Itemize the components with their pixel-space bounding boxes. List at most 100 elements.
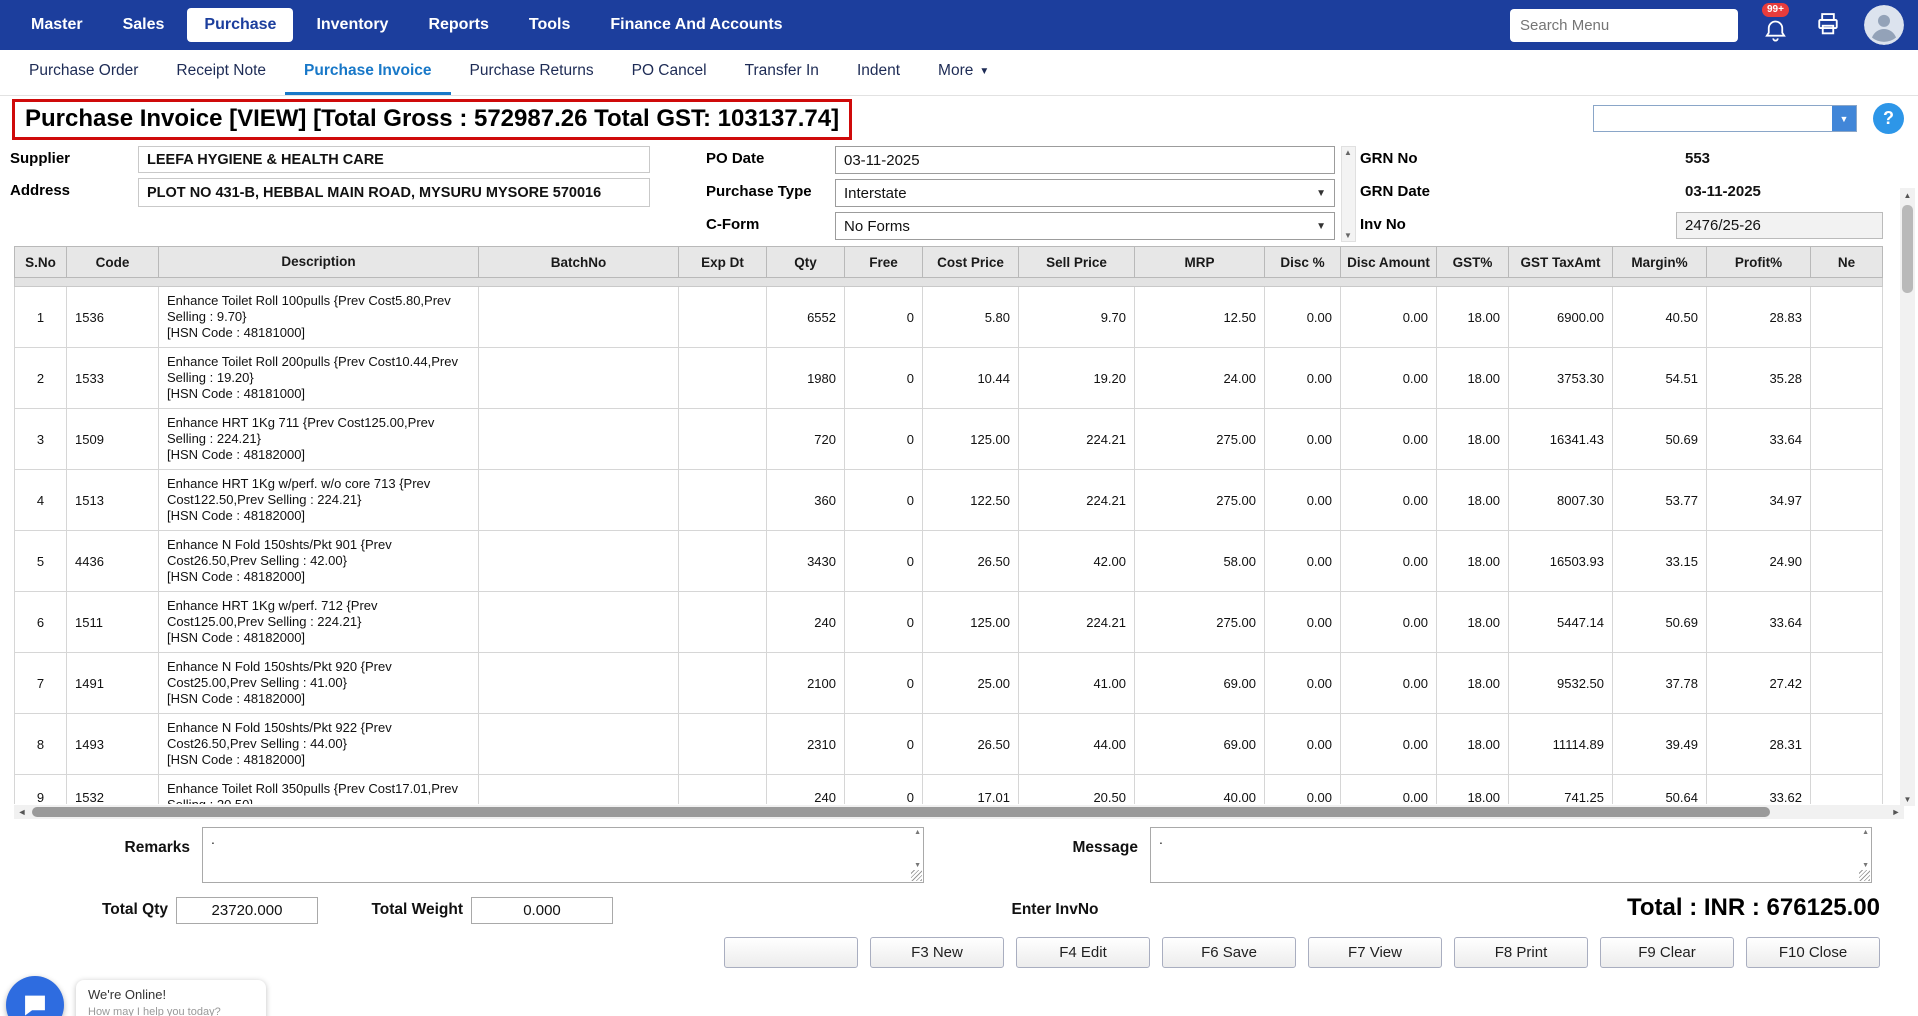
scroll-down-icon[interactable]: ▼ — [1900, 792, 1915, 806]
table-row-3[interactable]: 31509Enhance HRT 1Kg 711 {Prev Cost125.0… — [15, 409, 1883, 470]
f4-edit-button[interactable]: F4 Edit — [1016, 937, 1150, 968]
subnav-item-indent[interactable]: Indent — [838, 50, 919, 95]
column-header-margin[interactable]: Margin% — [1613, 247, 1707, 278]
subnav-item-receipt-note[interactable]: Receipt Note — [157, 50, 285, 95]
address-field[interactable]: PLOT NO 431-B, HEBBAL MAIN ROAD, MYSURU … — [138, 178, 650, 207]
scroll-left-icon[interactable]: ◄ — [14, 805, 30, 819]
help-button[interactable]: ? — [1873, 103, 1904, 134]
column-header-desc[interactable]: Description — [159, 247, 479, 278]
search-menu-input[interactable] — [1510, 9, 1738, 42]
subnav-item-transfer-in[interactable]: Transfer In — [726, 50, 838, 95]
subnav-item-more[interactable]: More ▼ — [919, 50, 1008, 95]
cell-gsttax: 9532.50 — [1509, 653, 1613, 714]
column-header-gsttax[interactable]: GST TaxAmt — [1509, 247, 1613, 278]
cell-gsttax: 741.25 — [1509, 775, 1613, 805]
table-horizontal-scrollbar[interactable]: ◄ ► — [14, 805, 1904, 819]
cell-gst: 18.00 — [1437, 714, 1509, 775]
horizontal-scroll-thumb[interactable] — [32, 807, 1770, 817]
purchase-sub-navigation: Purchase Order Receipt Note Purchase Inv… — [0, 50, 1918, 96]
cell-qty: 6552 — [767, 287, 845, 348]
f7-view-button[interactable]: F7 View — [1308, 937, 1442, 968]
column-header-discamt[interactable]: Disc Amount — [1341, 247, 1437, 278]
table-row-8[interactable]: 81493Enhance N Fold 150shts/Pkt 922 {Pre… — [15, 714, 1883, 775]
f8-print-button[interactable]: F8 Print — [1454, 937, 1588, 968]
table-row-2[interactable]: 21533Enhance Toilet Roll 200pulls {Prev … — [15, 348, 1883, 409]
table-row-1[interactable]: 11536Enhance Toilet Roll 100pulls {Prev … — [15, 287, 1883, 348]
chat-widget-button[interactable] — [6, 976, 64, 1016]
topnav-item-purchase[interactable]: Purchase — [187, 8, 293, 42]
vertical-scroll-thumb[interactable] — [1902, 205, 1913, 293]
column-header-sno[interactable]: S.No — [15, 247, 67, 278]
table-spacer-row — [15, 278, 1883, 287]
topnav-item-master[interactable]: Master — [14, 8, 100, 42]
scroll-up-icon[interactable]: ▲ — [1900, 188, 1915, 202]
resize-grip-icon[interactable] — [911, 870, 922, 881]
column-header-cost[interactable]: Cost Price — [923, 247, 1019, 278]
purchase-type-select[interactable]: Interstate ▼ — [835, 179, 1335, 207]
cell-disc: 0.00 — [1265, 348, 1341, 409]
column-header-batch[interactable]: BatchNo — [479, 247, 679, 278]
table-row-5[interactable]: 54436Enhance N Fold 150shts/Pkt 901 {Pre… — [15, 531, 1883, 592]
supplier-field[interactable]: LEEFA HYGIENE & HEALTH CARE — [138, 146, 650, 173]
column-header-code[interactable]: Code — [67, 247, 159, 278]
topnav-item-finance-and-accounts[interactable]: Finance And Accounts — [593, 8, 799, 42]
cell-free: 0 — [845, 531, 923, 592]
cell-net — [1811, 409, 1883, 470]
po-date-input[interactable]: 03-11-2025 — [835, 146, 1335, 174]
user-avatar[interactable] — [1864, 5, 1904, 45]
column-header-qty[interactable]: Qty — [767, 247, 845, 278]
column-header-profit[interactable]: Profit% — [1707, 247, 1811, 278]
column-header-gst[interactable]: GST% — [1437, 247, 1509, 278]
f9-clear-button[interactable]: F9 Clear — [1600, 937, 1734, 968]
topnav-item-reports[interactable]: Reports — [411, 8, 505, 42]
table-vertical-scrollbar[interactable]: ▲ ▼ — [1900, 188, 1915, 806]
subnav-item-purchase-invoice[interactable]: Purchase Invoice — [285, 50, 451, 95]
f3-new-button[interactable]: F3 New — [870, 937, 1004, 968]
scroll-up-icon[interactable]: ▲ — [914, 829, 921, 836]
table-row-9[interactable]: 91532Enhance Toilet Roll 350pulls {Prev … — [15, 775, 1883, 805]
subnav-item-purchase-returns[interactable]: Purchase Returns — [451, 50, 613, 95]
column-header-sell[interactable]: Sell Price — [1019, 247, 1135, 278]
cell-gsttax: 16503.93 — [1509, 531, 1613, 592]
message-textarea[interactable]: . ▲ ▼ — [1150, 827, 1872, 883]
cell-cost: 25.00 — [923, 653, 1019, 714]
scroll-right-icon[interactable]: ► — [1888, 805, 1904, 819]
topnav-item-sales[interactable]: Sales — [106, 8, 182, 42]
scroll-up-icon[interactable]: ▲ — [1344, 148, 1352, 157]
table-row-6[interactable]: 61511Enhance HRT 1Kg w/perf. 712 {Prev C… — [15, 592, 1883, 653]
subnav-item-po-cancel[interactable]: PO Cancel — [613, 50, 726, 95]
column-header-exp[interactable]: Exp Dt — [679, 247, 767, 278]
f6-save-button[interactable]: F6 Save — [1162, 937, 1296, 968]
column-header-disc[interactable]: Disc % — [1265, 247, 1341, 278]
dropdown-arrow-icon[interactable]: ▼ — [1832, 106, 1856, 131]
subnav-item-purchase-order[interactable]: Purchase Order — [10, 50, 157, 95]
f10-close-button[interactable]: F10 Close — [1746, 937, 1880, 968]
blank-button[interactable] — [724, 937, 858, 968]
cell-free: 0 — [845, 775, 923, 805]
table-row-4[interactable]: 41513Enhance HRT 1Kg w/perf. w/o core 71… — [15, 470, 1883, 531]
notifications-button[interactable]: 99+ — [1758, 2, 1794, 48]
remarks-textarea[interactable]: . ▲ ▼ — [202, 827, 924, 883]
scroll-down-icon[interactable]: ▼ — [914, 862, 921, 869]
cell-discamt: 0.00 — [1341, 287, 1437, 348]
form-scrollbar[interactable]: ▲ ▼ — [1341, 146, 1356, 242]
topnav-item-inventory[interactable]: Inventory — [299, 8, 405, 42]
column-header-net[interactable]: Ne — [1811, 247, 1883, 278]
resize-grip-icon[interactable] — [1859, 870, 1870, 881]
scroll-down-icon[interactable]: ▼ — [1862, 862, 1869, 869]
scroll-up-icon[interactable]: ▲ — [1862, 829, 1869, 836]
table-row-7[interactable]: 71491Enhance N Fold 150shts/Pkt 920 {Pre… — [15, 653, 1883, 714]
column-header-free[interactable]: Free — [845, 247, 923, 278]
topnav-item-tools[interactable]: Tools — [512, 8, 587, 42]
cell-qty: 240 — [767, 592, 845, 653]
c-form-select[interactable]: No Forms ▼ — [835, 212, 1335, 240]
scroll-down-icon[interactable]: ▼ — [1344, 231, 1352, 240]
title-row: Purchase Invoice [VIEW] [Total Gross : 5… — [0, 96, 1918, 142]
cell-net — [1811, 653, 1883, 714]
print-button[interactable] — [1814, 10, 1844, 40]
cell-disc: 0.00 — [1265, 470, 1341, 531]
cell-code: 1493 — [67, 714, 159, 775]
invoice-select-dropdown[interactable]: ▼ — [1593, 105, 1857, 132]
inv-no-input[interactable]: 2476/25-26 — [1676, 212, 1883, 239]
column-header-mrp[interactable]: MRP — [1135, 247, 1265, 278]
